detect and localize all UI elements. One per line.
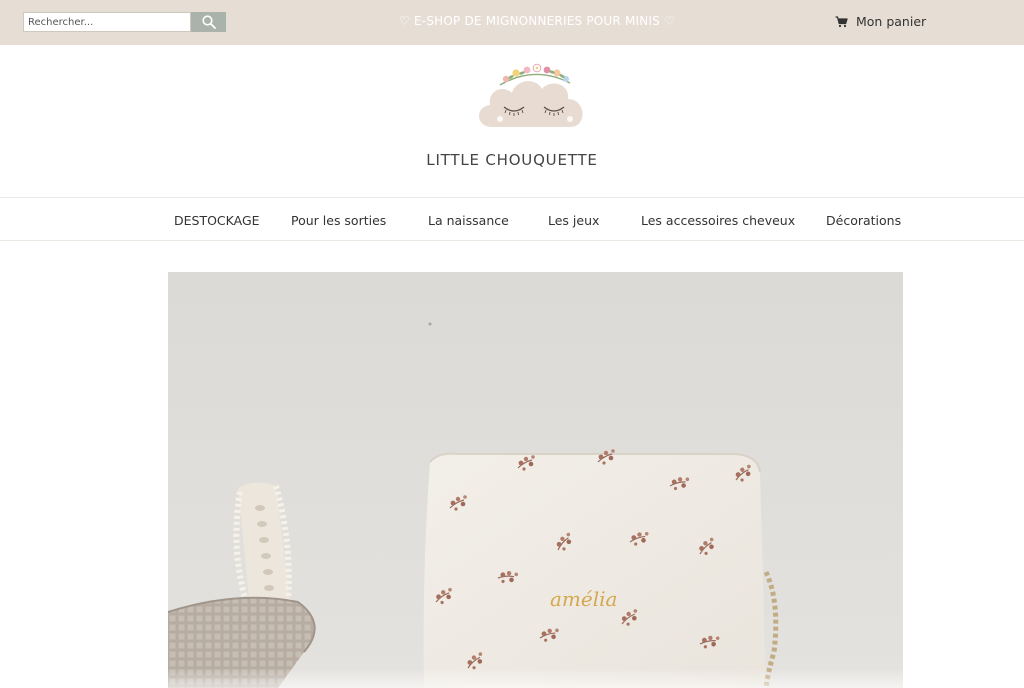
nav-item-la-naissance[interactable]: La naissance — [428, 213, 509, 228]
nav-item-pour-les-sorties[interactable]: Pour les sorties — [291, 213, 386, 228]
search-input[interactable] — [23, 12, 191, 32]
nav-item-accessoires-cheveux[interactable]: Les accessoires cheveux — [641, 213, 795, 228]
search-button[interactable] — [191, 12, 226, 32]
hero-image[interactable]: amélia — [168, 272, 903, 688]
nav-item-destockage[interactable]: DESTOCKAGE — [174, 213, 260, 228]
nav-item-decorations[interactable]: Décorations — [826, 213, 901, 228]
cart-icon — [835, 15, 848, 28]
bottom-fade — [0, 668, 1024, 688]
cart-link[interactable]: Mon panier — [835, 14, 926, 29]
top-bar: ♡ E-SHOP DE MIGNONNERIES POUR MINIS ♡ Mo… — [0, 0, 1024, 45]
main-nav: DESTOCKAGE Pour les sorties La naissance… — [0, 197, 1024, 241]
brand-name[interactable]: LITTLE CHOUQUETTE — [0, 151, 1024, 169]
search-form — [23, 12, 226, 32]
search-icon — [201, 15, 216, 29]
logo-area: LITTLE CHOUQUETTE — [0, 45, 1024, 197]
brand-logo[interactable] — [470, 55, 600, 151]
hero-embroidered-name: amélia — [550, 587, 617, 611]
cart-label: Mon panier — [856, 14, 927, 29]
site-tagline: ♡ E-SHOP DE MIGNONNERIES POUR MINIS ♡ — [399, 14, 675, 28]
nav-item-les-jeux[interactable]: Les jeux — [548, 213, 599, 228]
